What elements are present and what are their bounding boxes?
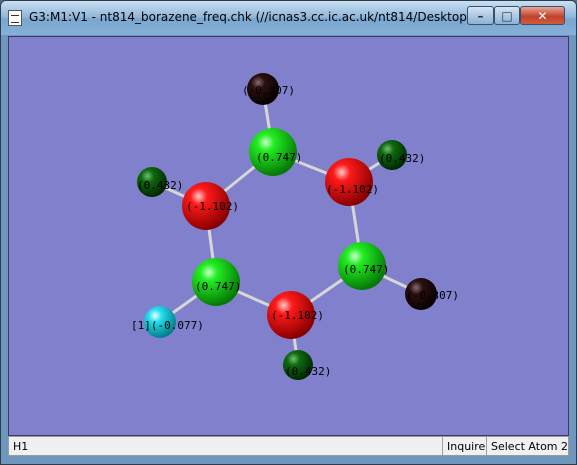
charge-label-h-b-right: (-0.307) [406,289,459,302]
minimize-button[interactable]: – [467,6,494,25]
charge-label-n-bottom: (-1.102) [271,309,324,322]
window-title: G3:M1:V1 - nt814_borazene_freq.chk (//ic… [29,10,469,24]
charge-label-n-right: (-1.102) [326,183,379,196]
charge-label-h-n-bottom: (0.432) [285,365,331,378]
status-select-atom: Select Atom 2 [486,437,570,455]
status-selected-atom: H1 [13,440,29,453]
molecule-viewport[interactable]: (0.747) (-1.102) (0.747) (-1.102) (0.747… [8,36,569,436]
document-icon [8,10,22,26]
maximize-button[interactable]: □ [494,6,520,25]
charge-label-h-n-right: (0.432) [379,152,425,165]
charge-label-h-n-left: (0.432) [137,179,183,192]
charge-label-b-right: (0.747) [343,263,389,276]
charge-label-b-left: (0.747) [195,280,241,293]
status-bar: H1 Inquire Select Atom 2 [8,436,569,456]
gaussview-window: G3:M1:V1 - nt814_borazene_freq.chk (//ic… [0,0,577,465]
charge-label-h-selected: [1](-0.077) [131,319,204,332]
charge-label-n-left: (-1.102) [186,200,239,213]
nitrogen-atom-right[interactable] [325,158,373,206]
charge-label-h-top: (-0.307) [242,84,295,97]
molecule-canvas[interactable]: (0.747) (-1.102) (0.747) (-1.102) (0.747… [9,37,568,435]
status-inquire-mode: Inquire [442,437,486,455]
title-bar[interactable]: G3:M1:V1 - nt814_borazene_freq.chk (//ic… [1,1,576,35]
close-button[interactable]: ✕ [520,6,565,25]
charge-label-b-top: (0.747) [256,151,302,164]
